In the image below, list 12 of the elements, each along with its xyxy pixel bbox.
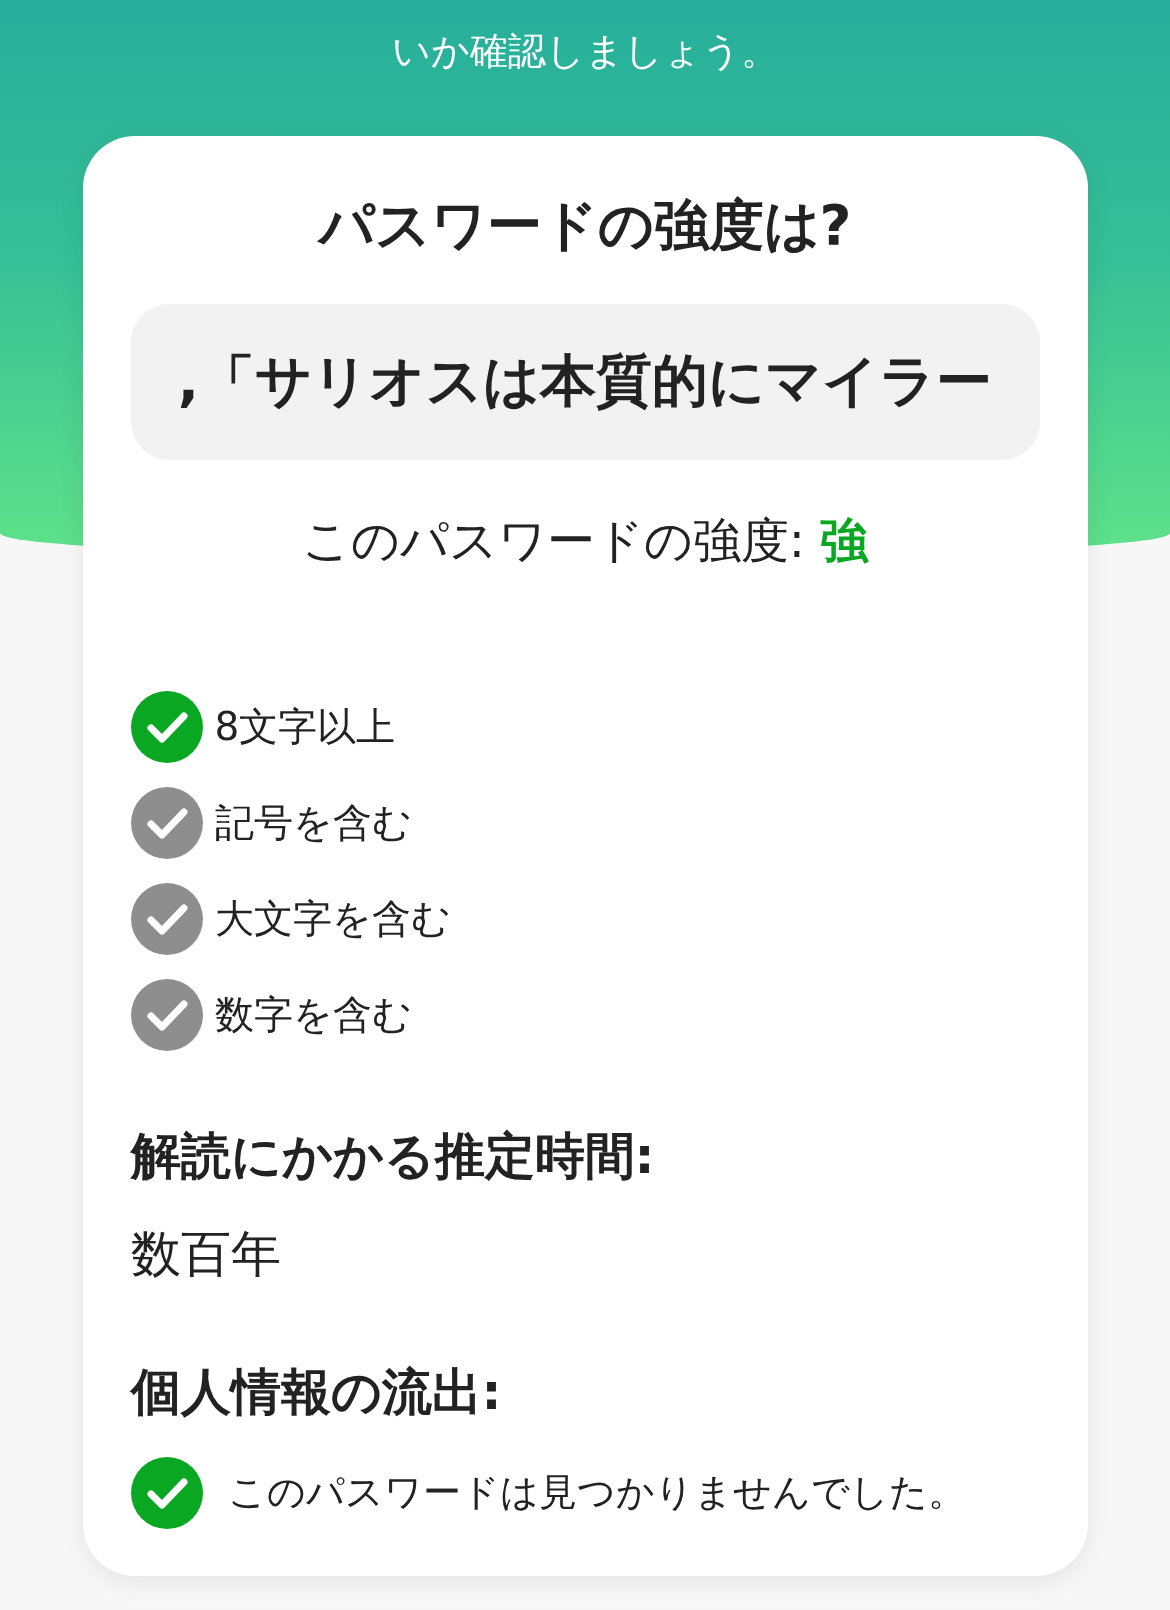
section-heading: 解読にかかる推定時間: bbox=[130, 1127, 655, 1185]
leak-result-text: このパスワードは見つかりませんでした。 bbox=[227, 1469, 966, 1517]
crack-time-value: 数百年 bbox=[130, 1224, 281, 1285]
criterion-label: 8文字以上 bbox=[214, 702, 396, 751]
criterion-label: 記号を含む bbox=[214, 798, 412, 847]
criterion-label: 大文字を含む bbox=[214, 894, 451, 943]
password-field[interactable]: ,「サリオスは本質的にマイラー bbox=[130, 304, 1040, 460]
card-title: パスワードの強度は? bbox=[318, 193, 852, 258]
strength-text: このパスワードの強度: 強 bbox=[301, 511, 869, 570]
section-heading: 個人情報の流出: bbox=[130, 1363, 502, 1421]
criterion-label: 数字を含む bbox=[214, 990, 412, 1039]
intro-text: いか確認しましょう。 bbox=[391, 28, 779, 74]
